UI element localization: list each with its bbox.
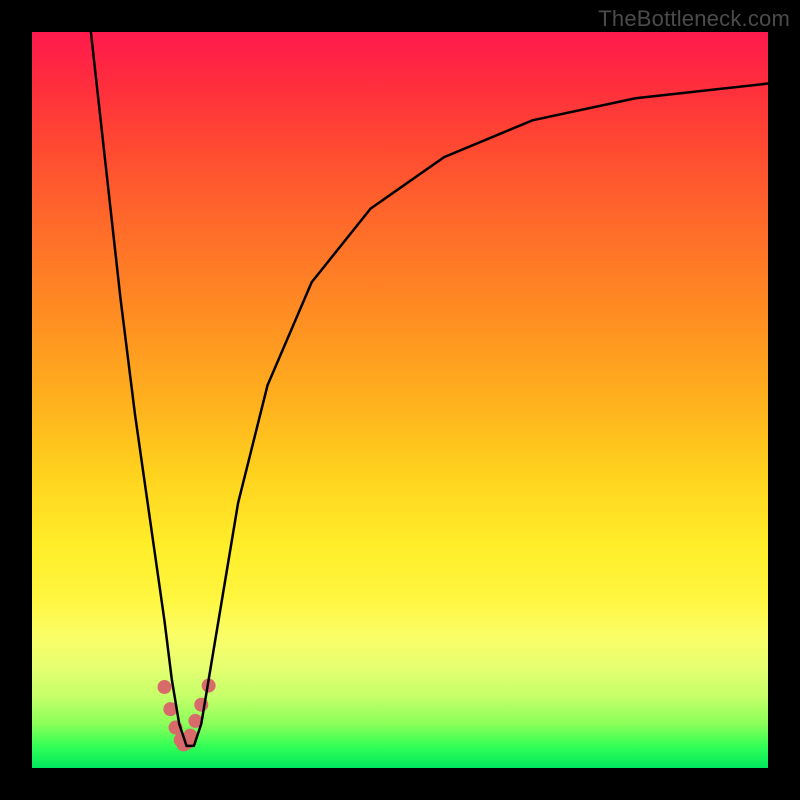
plot-area: [32, 32, 768, 768]
trough-dot: [157, 680, 171, 694]
watermark-text: TheBottleneck.com: [598, 6, 790, 32]
chart-frame: TheBottleneck.com: [0, 0, 800, 800]
bottleneck-curve: [91, 32, 768, 746]
curve-layer: [32, 32, 768, 768]
